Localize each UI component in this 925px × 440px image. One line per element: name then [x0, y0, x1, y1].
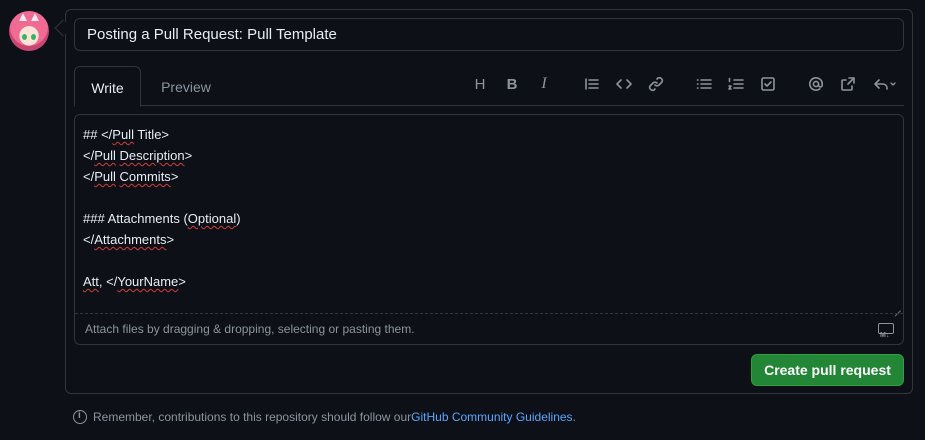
bold-icon[interactable]: B [502, 74, 522, 94]
markdown-icon[interactable] [878, 321, 894, 351]
italic-icon[interactable]: I [534, 74, 554, 94]
editor-line: </Attachments> [83, 229, 895, 250]
editor-line: ## </Pull Title> [83, 124, 895, 145]
community-guidelines-link[interactable]: GitHub Community Guidelines [411, 410, 572, 424]
code-icon[interactable] [614, 74, 634, 94]
body-textarea[interactable]: ## </Pull Title> </Pull Description> </Pul… [75, 115, 903, 311]
editor-line: Att, </YourName> [83, 271, 895, 292]
task-list-icon[interactable] [758, 74, 778, 94]
misspelled-word: YourName [117, 274, 179, 289]
misspelled-word: Pull [94, 169, 116, 184]
tab-write[interactable]: Write [74, 66, 141, 107]
reference-icon[interactable] [838, 74, 858, 94]
pull-request-form: Write Preview H B I ## </Pull Title></Pu… [65, 9, 913, 394]
avatar-eye-right [31, 34, 36, 40]
editor-text-segment: ### Attachments ( [83, 211, 188, 226]
misspelled-word: Att [83, 274, 99, 289]
avatar-horn-left [19, 13, 27, 21]
saved-replies-icon[interactable] [870, 74, 900, 94]
editor-text-segment: ## </ [83, 127, 113, 142]
mention-icon[interactable] [806, 74, 826, 94]
quote-icon[interactable] [582, 74, 602, 94]
editor-line: </Pull Commits> [83, 166, 895, 187]
ordered-list-icon[interactable] [726, 74, 746, 94]
editor-text-segment: ) [236, 211, 241, 226]
misspelled-word: Commits [119, 169, 171, 184]
editor-line: ### Attachments (Optional) [83, 208, 895, 229]
resize-handle[interactable] [893, 303, 901, 311]
info-icon [73, 410, 87, 424]
misspelled-word: Pull [94, 148, 116, 163]
editor-text-segment: > [166, 232, 175, 247]
attach-files-bar[interactable]: Attach files by dragging & dropping, sel… [75, 313, 903, 351]
editor-text-segment: > [184, 148, 193, 163]
unordered-list-icon[interactable] [694, 74, 714, 94]
guidelines-text: Remember, contributions to this reposito… [93, 410, 412, 424]
avatar-horn-right [31, 13, 39, 21]
editor-line: </Pull Description> [83, 145, 895, 166]
editor-text-segment: </ [83, 148, 95, 163]
tab-preview[interactable]: Preview [152, 66, 220, 107]
link-icon[interactable] [646, 74, 666, 94]
misspelled-word: Optional [187, 211, 237, 226]
create-pull-request-button[interactable]: Create pull request [751, 354, 904, 386]
misspelled-word: Description [119, 148, 185, 163]
body-editor[interactable]: ## </Pull Title> </Pull Description> </Pul… [74, 114, 904, 351]
editor-text-segment: Title> [133, 127, 170, 142]
attach-files-hint: Attach files by dragging & dropping, sel… [85, 322, 415, 336]
guidelines-suffix: . [572, 410, 576, 424]
community-guidelines-note: Remember, contributions to this reposito… [73, 410, 576, 424]
editor-text-segment: > [178, 274, 186, 289]
editor-text-segment: , </ [98, 274, 118, 289]
editor-text-segment: </ [83, 232, 95, 247]
avatar-eye-left [22, 34, 27, 40]
heading-icon[interactable]: H [470, 74, 490, 94]
title-input[interactable] [74, 18, 904, 51]
misspelled-word: Pull [112, 127, 134, 142]
avatar[interactable] [9, 11, 49, 51]
editor-text-segment: > [170, 169, 179, 184]
misspelled-word: Attachments [94, 232, 167, 247]
editor-text-segment: </ [83, 169, 95, 184]
